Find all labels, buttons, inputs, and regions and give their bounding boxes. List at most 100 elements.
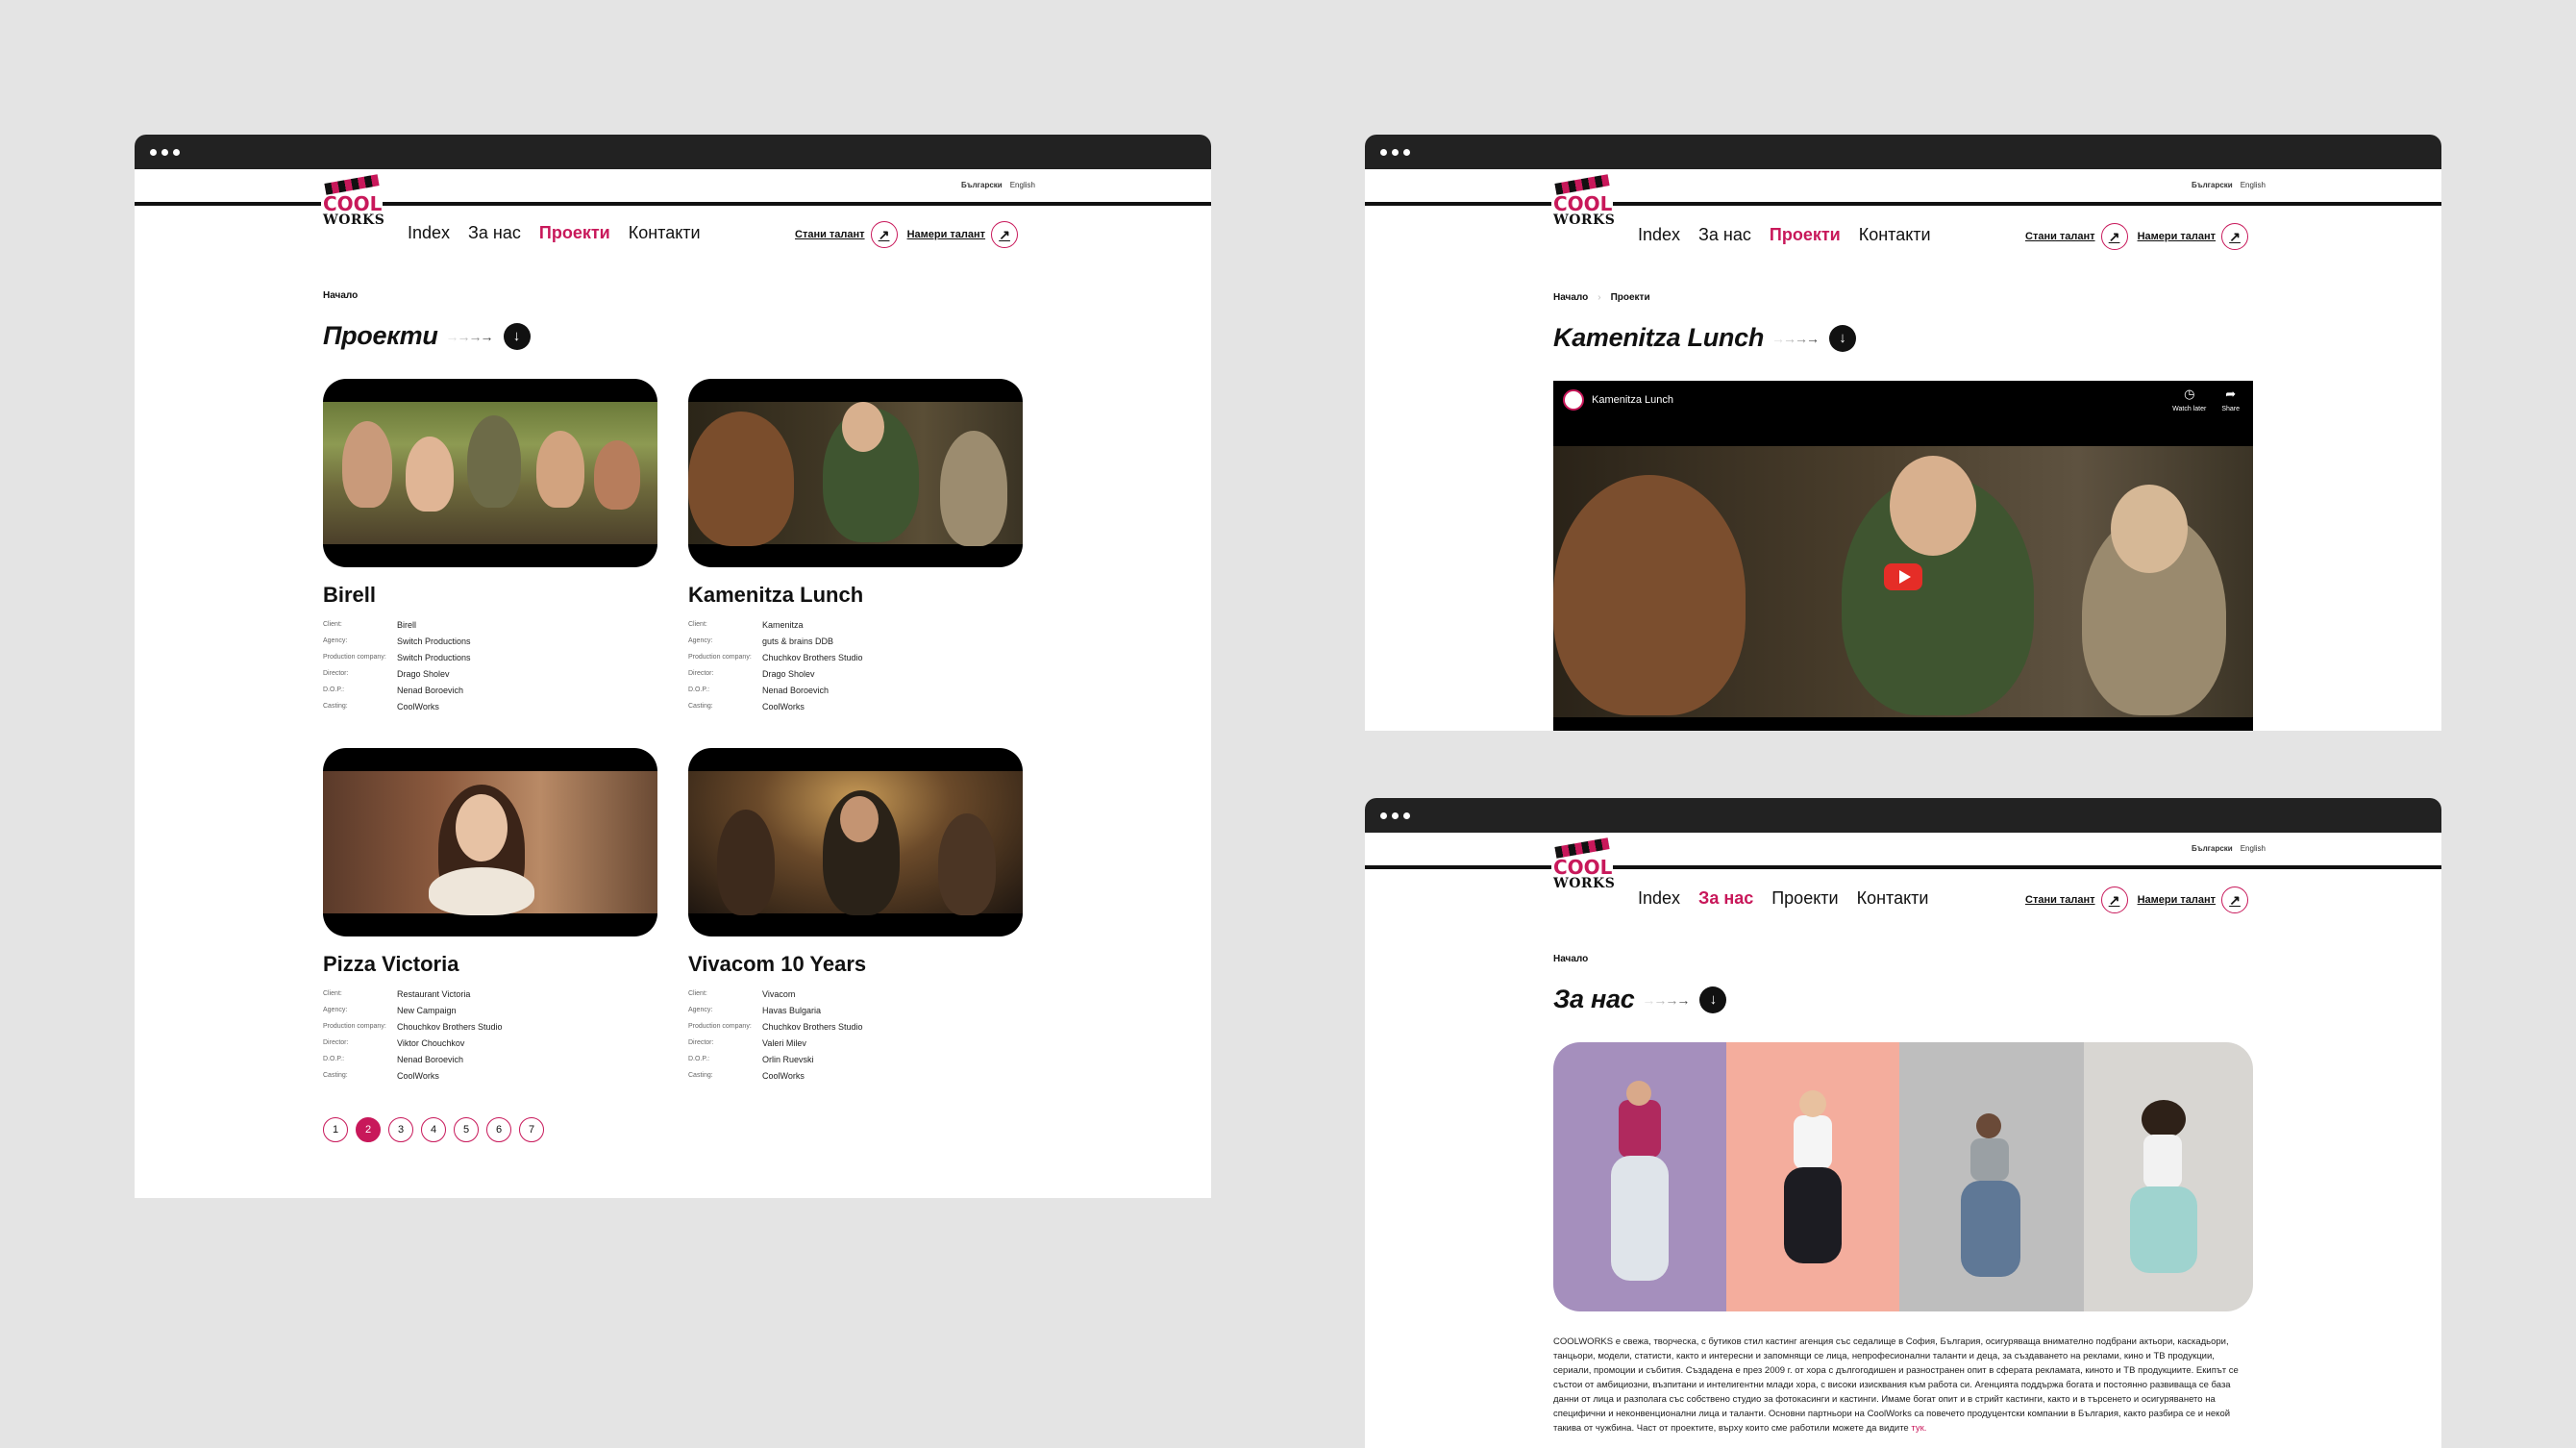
nav-contacts[interactable]: Контакти bbox=[629, 223, 701, 243]
project-card[interactable]: Kamenitza Lunch Client: Kamenitza Agency:… bbox=[688, 379, 1023, 712]
title-arrows: → → → → bbox=[1642, 991, 1690, 1008]
about-window: Български English COOL WORKS Index За на… bbox=[1365, 798, 2441, 1448]
project-thumbnail[interactable] bbox=[688, 379, 1023, 567]
main-nav: Index За нас Проекти Контакти bbox=[1638, 225, 1931, 245]
header-rule bbox=[1365, 202, 2441, 206]
page-link[interactable]: 1 bbox=[323, 1117, 348, 1142]
project-card[interactable]: Vivacom 10 Years Client: Vivacom Agency: H… bbox=[688, 748, 1023, 1082]
project-title[interactable]: Birell bbox=[323, 583, 657, 608]
projects-here-link[interactable]: тук. bbox=[1911, 1423, 1926, 1434]
about-text-line: COOLWORKS е свежа, творческа, с бутиков … bbox=[1553, 1336, 2229, 1347]
page-title: Kamenitza Lunch bbox=[1553, 323, 1765, 352]
find-talent-link[interactable]: Намери талант ↗ bbox=[907, 221, 1019, 248]
lang-bg[interactable]: Български bbox=[2192, 844, 2233, 853]
share-button[interactable]: ➦ Share bbox=[2221, 387, 2240, 412]
breadcrumb-home[interactable]: Начало bbox=[1553, 954, 1588, 964]
project-credits: Client: Birell Agency: Switch Productions … bbox=[323, 620, 471, 712]
video-title[interactable]: Kamenitza Lunch bbox=[1592, 394, 1673, 406]
lang-bg[interactable]: Български bbox=[2192, 181, 2233, 189]
page-title: Проекти bbox=[323, 321, 438, 350]
site-header: Български English COOL WORKS Index За на… bbox=[1365, 833, 2441, 929]
become-talent-link[interactable]: Стани талант ↗ bbox=[2025, 886, 2128, 913]
watch-later-button[interactable]: ◷ Watch later bbox=[2172, 387, 2206, 412]
nav-index[interactable]: Index bbox=[1638, 888, 1680, 909]
header-rule bbox=[1365, 865, 2441, 869]
breadcrumb-home[interactable]: Начало bbox=[323, 290, 358, 301]
nav-projects[interactable]: Проекти bbox=[539, 223, 610, 243]
breadcrumb: Начало bbox=[323, 290, 358, 301]
arrow-up-right-icon: ↗ bbox=[2221, 223, 2249, 250]
hero-panel bbox=[1553, 1042, 1726, 1311]
page-link-current[interactable]: 2 bbox=[356, 1117, 381, 1142]
project-thumbnail[interactable] bbox=[323, 748, 657, 936]
coolworks-logo[interactable]: COOL WORKS bbox=[1551, 174, 1615, 233]
main-nav: Index За нас Проекти Контакти bbox=[1638, 888, 1928, 909]
arrow-down-icon[interactable]: ↓ bbox=[1699, 986, 1727, 1013]
hero-panel bbox=[1726, 1042, 1899, 1311]
title-arrows: → → → → bbox=[1771, 330, 1820, 346]
project-title[interactable]: Pizza Victoria bbox=[323, 952, 657, 977]
channel-avatar[interactable] bbox=[1563, 389, 1584, 411]
nav-contacts[interactable]: Контакти bbox=[1857, 888, 1929, 909]
about-hero-image bbox=[1553, 1042, 2253, 1311]
play-icon[interactable] bbox=[1884, 563, 1922, 590]
breadcrumb-home[interactable]: Начало bbox=[1553, 292, 1588, 303]
window-titlebar bbox=[135, 135, 1211, 169]
breadcrumb-current[interactable]: Проекти bbox=[1611, 292, 1650, 303]
arrow-up-right-icon: ↗ bbox=[2100, 223, 2128, 250]
project-credits: Client: Kamenitza Agency: guts & brains DD… bbox=[688, 620, 863, 712]
arrow-down-icon[interactable]: ↓ bbox=[1829, 324, 1857, 352]
about-text-line: танцьори, модели, статисти, както и инте… bbox=[1553, 1351, 2215, 1361]
window-titlebar bbox=[1365, 798, 2441, 833]
project-title[interactable]: Vivacom 10 Years bbox=[688, 952, 1023, 977]
projects-window: Български English COOL WORKS Index За на… bbox=[135, 135, 1211, 1198]
header-cta: Стани талант ↗ Намери талант ↗ bbox=[2025, 886, 2249, 913]
become-talent-link[interactable]: Стани талант ↗ bbox=[2025, 223, 2128, 250]
about-text-line: данни от лица и разполага със собствено … bbox=[1553, 1394, 2216, 1405]
language-switch: Български English bbox=[2192, 844, 2266, 853]
nav-about[interactable]: За нас bbox=[468, 223, 521, 243]
nav-about[interactable]: За нас bbox=[1698, 225, 1751, 245]
video-topbar: Kamenitza Lunch bbox=[1553, 381, 2253, 419]
coolworks-logo[interactable]: COOL WORKS bbox=[321, 174, 384, 233]
clock-icon: ◷ bbox=[2184, 387, 2195, 401]
arrow-up-right-icon: ↗ bbox=[2100, 886, 2128, 913]
header-rule bbox=[135, 202, 1211, 206]
hero-panel bbox=[2084, 1042, 2253, 1311]
project-card[interactable]: Birell Client: Birell Agency: Switch Produ… bbox=[323, 379, 657, 712]
page-link[interactable]: 3 bbox=[388, 1117, 413, 1142]
project-title[interactable]: Kamenitza Lunch bbox=[688, 583, 1023, 608]
page-title-row: Kamenitza Lunch → → → → ↓ bbox=[1553, 323, 1857, 353]
project-credits: Client: Vivacom Agency: Havas Bulgaria Pro… bbox=[688, 989, 863, 1081]
project-thumbnail[interactable] bbox=[688, 748, 1023, 936]
arrow-down-icon[interactable]: ↓ bbox=[503, 322, 531, 350]
page-link[interactable]: 6 bbox=[486, 1117, 511, 1142]
lang-en[interactable]: English bbox=[2241, 844, 2266, 853]
lang-en[interactable]: English bbox=[2241, 181, 2266, 189]
coolworks-logo[interactable]: COOL WORKS bbox=[1551, 837, 1615, 896]
nav-index[interactable]: Index bbox=[408, 223, 450, 243]
video-player[interactable]: Kamenitza Lunch ◷ Watch later ➦ Share bbox=[1553, 381, 2253, 731]
lang-en[interactable]: English bbox=[1010, 181, 1035, 189]
nav-index[interactable]: Index bbox=[1638, 225, 1680, 245]
project-credits: Client: Restaurant Victoria Agency: New Ca… bbox=[323, 989, 503, 1081]
find-talent-link[interactable]: Намери талант ↗ bbox=[2138, 223, 2249, 250]
page-link[interactable]: 4 bbox=[421, 1117, 446, 1142]
about-text-line: такива от чужбина. Част от проектите, въ… bbox=[1553, 1423, 1927, 1434]
nav-projects[interactable]: Проекти bbox=[1770, 225, 1841, 245]
video-actions: ◷ Watch later ➦ Share bbox=[2172, 387, 2240, 412]
site-header: Български English COOL WORKS Index За на… bbox=[135, 169, 1211, 265]
lang-bg[interactable]: Български bbox=[961, 181, 1003, 189]
page-link[interactable]: 7 bbox=[519, 1117, 544, 1142]
project-card[interactable]: Pizza Victoria Client: Restaurant Victori… bbox=[323, 748, 657, 1082]
find-talent-link[interactable]: Намери талант ↗ bbox=[2138, 886, 2249, 913]
page-link[interactable]: 5 bbox=[454, 1117, 479, 1142]
project-thumbnail[interactable] bbox=[323, 379, 657, 567]
nav-projects[interactable]: Проекти bbox=[1771, 888, 1838, 909]
page-title-row: Проекти → → → → ↓ bbox=[323, 321, 531, 351]
nav-contacts[interactable]: Контакти bbox=[1859, 225, 1931, 245]
breadcrumb: Начало bbox=[1553, 954, 1588, 964]
breadcrumb: Начало › Проекти bbox=[1553, 292, 1650, 303]
become-talent-link[interactable]: Стани талант ↗ bbox=[795, 221, 898, 248]
nav-about[interactable]: За нас bbox=[1698, 888, 1753, 909]
